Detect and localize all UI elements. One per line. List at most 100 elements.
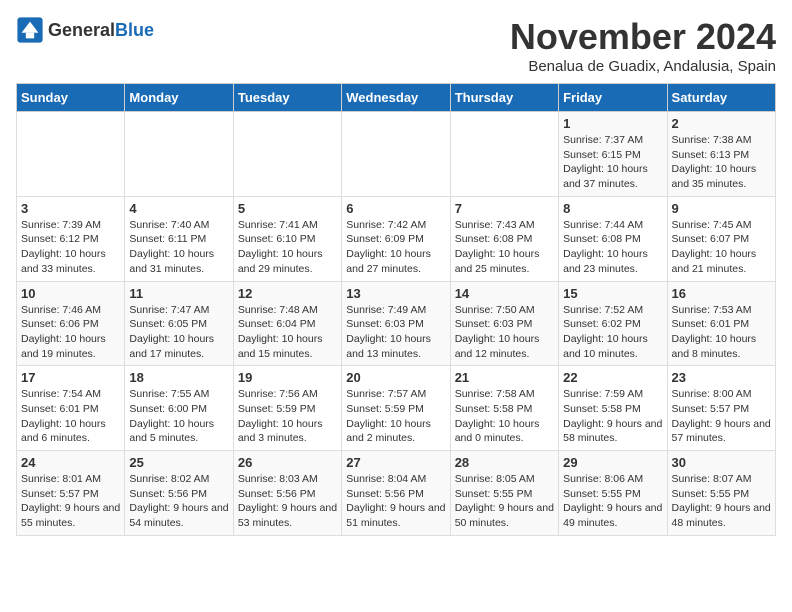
calendar-cell: 9 Sunrise: 7:45 AM Sunset: 6:07 PM Daylig… [667,196,775,281]
day-info: Sunrise: 7:59 AM Sunset: 5:58 PM Dayligh… [563,387,662,446]
day-info: Sunrise: 8:00 AM Sunset: 5:57 PM Dayligh… [672,387,771,446]
day-number: 11 [129,286,228,301]
logo: GeneralBlue [16,16,154,44]
calendar-table: Sunday Monday Tuesday Wednesday Thursday… [16,83,776,536]
logo-blue-text: Blue [115,20,154,40]
day-info: Sunrise: 8:02 AM Sunset: 5:56 PM Dayligh… [129,472,228,531]
calendar-cell [450,112,558,197]
day-info: Sunrise: 7:47 AM Sunset: 6:05 PM Dayligh… [129,303,228,362]
day-number: 9 [672,201,771,216]
calendar-header: Sunday Monday Tuesday Wednesday Thursday… [17,84,776,112]
day-info: Sunrise: 7:58 AM Sunset: 5:58 PM Dayligh… [455,387,554,446]
calendar-cell [233,112,341,197]
day-info: Sunrise: 7:55 AM Sunset: 6:00 PM Dayligh… [129,387,228,446]
calendar-cell: 18 Sunrise: 7:55 AM Sunset: 6:00 PM Dayli… [125,366,233,451]
day-info: Sunrise: 7:38 AM Sunset: 6:13 PM Dayligh… [672,133,771,192]
logo-icon [16,16,44,44]
day-number: 13 [346,286,445,301]
calendar-cell: 19Sunrise: 7:56 AM Sunset: 5:59 PM Dayli… [233,366,341,451]
calendar-cell [125,112,233,197]
day-info: Sunrise: 7:40 AM Sunset: 6:11 PM Dayligh… [129,218,228,277]
calendar-cell: 6Sunrise: 7:42 AM Sunset: 6:09 PM Daylig… [342,196,450,281]
day-info: Sunrise: 7:52 AM Sunset: 6:02 PM Dayligh… [563,303,662,362]
day-number: 7 [455,201,554,216]
header-wednesday: Wednesday [342,84,450,112]
day-info: Sunrise: 7:48 AM Sunset: 6:04 PM Dayligh… [238,303,337,362]
day-number: 2 [672,116,771,131]
calendar-body: 1Sunrise: 7:37 AM Sunset: 6:15 PM Daylig… [17,112,776,536]
calendar-cell: 4 Sunrise: 7:40 AM Sunset: 6:11 PM Daylig… [125,196,233,281]
day-number: 8 [563,201,662,216]
logo-general-text: General [48,20,115,40]
calendar-week-row: 1Sunrise: 7:37 AM Sunset: 6:15 PM Daylig… [17,112,776,197]
day-number: 21 [455,370,554,385]
weekday-header-row: Sunday Monday Tuesday Wednesday Thursday… [17,84,776,112]
day-info: Sunrise: 7:57 AM Sunset: 5:59 PM Dayligh… [346,387,445,446]
calendar-cell: 22 Sunrise: 7:59 AM Sunset: 5:58 PM Dayli… [559,366,667,451]
month-title: November 2024 [510,16,776,58]
day-number: 1 [563,116,662,131]
day-info: Sunrise: 8:05 AM Sunset: 5:55 PM Dayligh… [455,472,554,531]
day-info: Sunrise: 7:39 AM Sunset: 6:12 PM Dayligh… [21,218,120,277]
calendar-cell: 3 Sunrise: 7:39 AM Sunset: 6:12 PM Daylig… [17,196,125,281]
day-number: 19 [238,370,337,385]
calendar-cell: 29Sunrise: 8:06 AM Sunset: 5:55 PM Dayli… [559,451,667,536]
header-saturday: Saturday [667,84,775,112]
calendar-cell: 12 Sunrise: 7:48 AM Sunset: 6:04 PM Dayli… [233,281,341,366]
day-info: Sunrise: 7:50 AM Sunset: 6:03 PM Dayligh… [455,303,554,362]
calendar-cell: 30Sunrise: 8:07 AM Sunset: 5:55 PM Dayli… [667,451,775,536]
day-number: 10 [21,286,120,301]
day-info: Sunrise: 8:04 AM Sunset: 5:56 PM Dayligh… [346,472,445,531]
day-number: 12 [238,286,337,301]
calendar-cell: 28 Sunrise: 8:05 AM Sunset: 5:55 PM Dayli… [450,451,558,536]
header-tuesday: Tuesday [233,84,341,112]
calendar-cell: 21 Sunrise: 7:58 AM Sunset: 5:58 PM Dayli… [450,366,558,451]
day-number: 4 [129,201,228,216]
day-number: 15 [563,286,662,301]
day-number: 17 [21,370,120,385]
day-info: Sunrise: 7:49 AM Sunset: 6:03 PM Dayligh… [346,303,445,362]
calendar-cell: 23Sunrise: 8:00 AM Sunset: 5:57 PM Dayli… [667,366,775,451]
calendar-cell: 24 Sunrise: 8:01 AM Sunset: 5:57 PM Dayli… [17,451,125,536]
calendar-cell: 20Sunrise: 7:57 AM Sunset: 5:59 PM Dayli… [342,366,450,451]
calendar-cell [17,112,125,197]
location-text: Benalua de Guadix, Andalusia, Spain [510,58,776,75]
day-number: 28 [455,455,554,470]
calendar-cell: 17Sunrise: 7:54 AM Sunset: 6:01 PM Dayli… [17,366,125,451]
day-number: 30 [672,455,771,470]
day-number: 24 [21,455,120,470]
calendar-cell [342,112,450,197]
day-number: 14 [455,286,554,301]
day-info: Sunrise: 7:43 AM Sunset: 6:08 PM Dayligh… [455,218,554,277]
day-info: Sunrise: 7:44 AM Sunset: 6:08 PM Dayligh… [563,218,662,277]
day-number: 25 [129,455,228,470]
calendar-week-row: 10Sunrise: 7:46 AM Sunset: 6:06 PM Dayli… [17,281,776,366]
day-info: Sunrise: 7:41 AM Sunset: 6:10 PM Dayligh… [238,218,337,277]
day-number: 6 [346,201,445,216]
header-thursday: Thursday [450,84,558,112]
calendar-cell: 10Sunrise: 7:46 AM Sunset: 6:06 PM Dayli… [17,281,125,366]
calendar-cell: 2 Sunrise: 7:38 AM Sunset: 6:13 PM Daylig… [667,112,775,197]
day-number: 3 [21,201,120,216]
calendar-week-row: 17Sunrise: 7:54 AM Sunset: 6:01 PM Dayli… [17,366,776,451]
header-friday: Friday [559,84,667,112]
title-area: November 2024 Benalua de Guadix, Andalus… [510,16,776,75]
page-header: GeneralBlue November 2024 Benalua de Gua… [16,16,776,75]
day-info: Sunrise: 7:45 AM Sunset: 6:07 PM Dayligh… [672,218,771,277]
calendar-cell: 14 Sunrise: 7:50 AM Sunset: 6:03 PM Dayli… [450,281,558,366]
day-number: 22 [563,370,662,385]
day-number: 26 [238,455,337,470]
day-info: Sunrise: 8:03 AM Sunset: 5:56 PM Dayligh… [238,472,337,531]
day-number: 27 [346,455,445,470]
day-info: Sunrise: 8:06 AM Sunset: 5:55 PM Dayligh… [563,472,662,531]
header-sunday: Sunday [17,84,125,112]
day-number: 5 [238,201,337,216]
header-monday: Monday [125,84,233,112]
day-number: 16 [672,286,771,301]
calendar-cell: 1Sunrise: 7:37 AM Sunset: 6:15 PM Daylig… [559,112,667,197]
day-info: Sunrise: 8:01 AM Sunset: 5:57 PM Dayligh… [21,472,120,531]
calendar-week-row: 3 Sunrise: 7:39 AM Sunset: 6:12 PM Daylig… [17,196,776,281]
calendar-cell: 13 Sunrise: 7:49 AM Sunset: 6:03 PM Dayli… [342,281,450,366]
day-number: 18 [129,370,228,385]
calendar-cell: 11 Sunrise: 7:47 AM Sunset: 6:05 PM Dayli… [125,281,233,366]
